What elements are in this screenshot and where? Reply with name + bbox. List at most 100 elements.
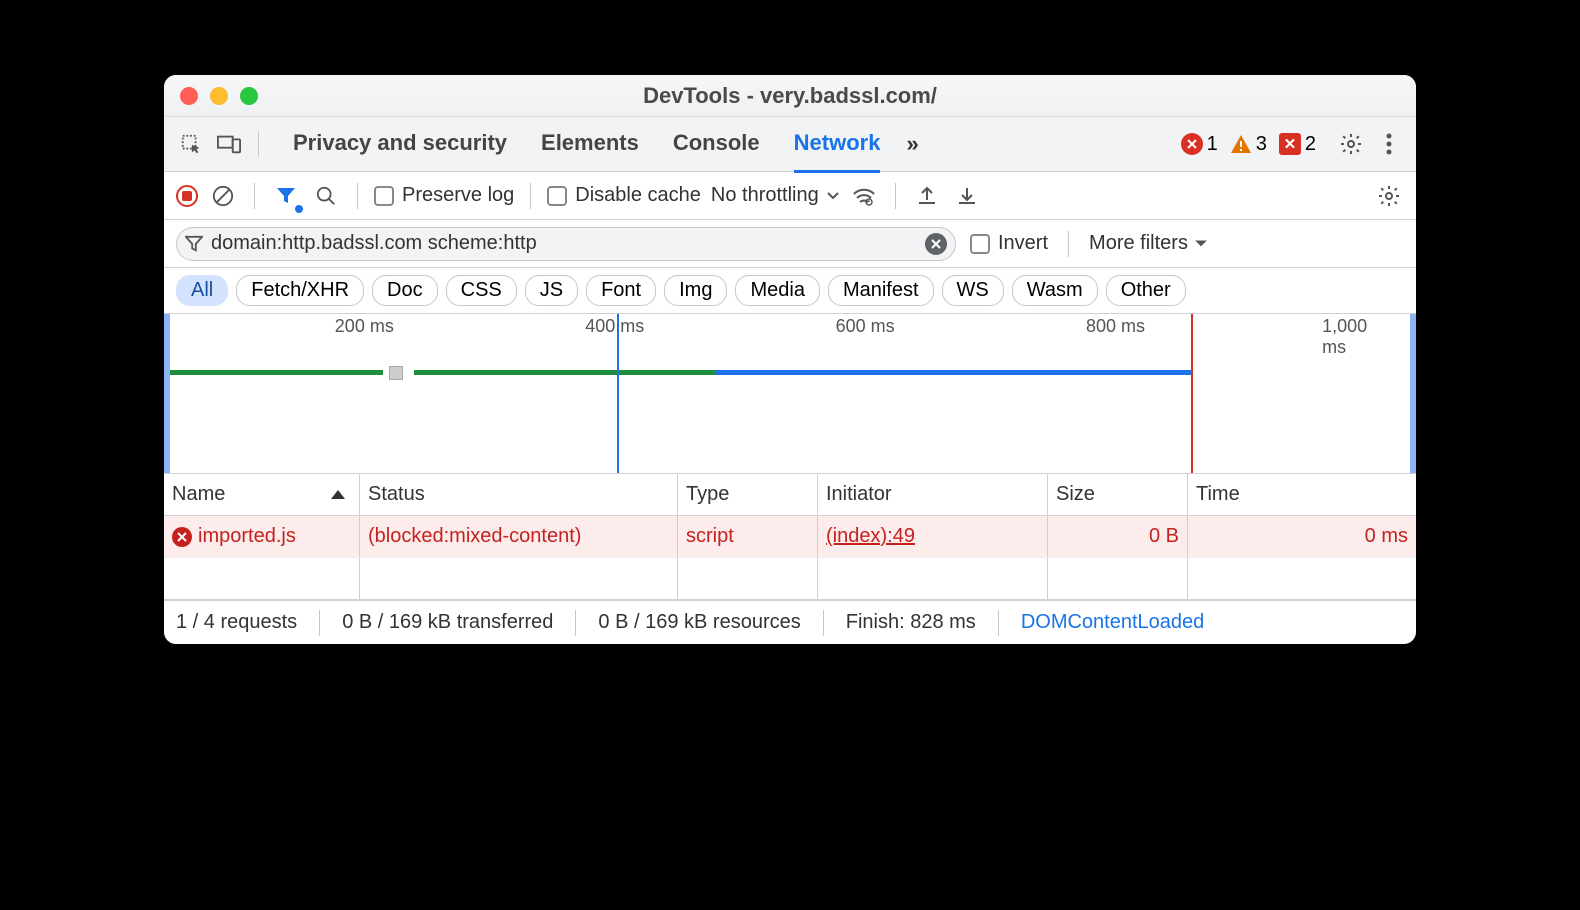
chip-img[interactable]: Img — [664, 275, 727, 306]
invert-checkbox[interactable]: Invert — [970, 232, 1048, 255]
chip-wasm[interactable]: Wasm — [1012, 275, 1098, 306]
more-filters-label: More filters — [1089, 232, 1188, 255]
network-settings-icon[interactable] — [1374, 181, 1404, 211]
download-har-icon[interactable] — [952, 181, 982, 211]
errors-count: 1 — [1207, 133, 1218, 156]
tab-elements[interactable]: Elements — [541, 116, 639, 173]
filter-input-container[interactable] — [176, 227, 956, 261]
cell-size: 0 B — [1048, 516, 1188, 557]
blocked-icon — [172, 527, 192, 547]
status-bar: 1 / 4 requests 0 B / 169 kB transferred … — [164, 600, 1416, 644]
column-header-type[interactable]: Type — [678, 474, 818, 515]
issues-indicator[interactable]: ✕ 2 — [1279, 133, 1316, 156]
column-header-name[interactable]: Name — [164, 474, 360, 515]
devtools-window: DevTools - very.badssl.com/ Privacy and … — [164, 75, 1416, 644]
close-window-button[interactable] — [180, 87, 198, 105]
search-icon[interactable] — [311, 181, 341, 211]
chip-other[interactable]: Other — [1106, 275, 1186, 306]
filter-input[interactable] — [211, 232, 917, 255]
warning-icon — [1230, 134, 1252, 154]
chip-doc[interactable]: Doc — [372, 275, 438, 306]
request-row-blocked[interactable]: imported.js (blocked:mixed-content) scri… — [164, 516, 1416, 558]
throttling-value: No throttling — [711, 184, 819, 207]
minimize-window-button[interactable] — [210, 87, 228, 105]
record-button[interactable] — [176, 185, 198, 207]
chip-media[interactable]: Media — [735, 275, 819, 306]
clear-filter-button[interactable] — [925, 233, 947, 255]
chip-font[interactable]: Font — [586, 275, 656, 306]
invert-label: Invert — [998, 232, 1048, 255]
chip-fetch-xhr[interactable]: Fetch/XHR — [236, 275, 364, 306]
separator — [823, 610, 824, 636]
empty-row — [164, 558, 1416, 600]
sb-dcl[interactable]: DOMContentLoaded — [1021, 611, 1204, 634]
clear-icon[interactable] — [208, 181, 238, 211]
cell-type: script — [678, 516, 818, 557]
initiator-link[interactable]: (index):49 — [826, 525, 915, 548]
filter-funnel-icon — [185, 235, 203, 253]
column-header-status[interactable]: Status — [360, 474, 678, 515]
separator — [895, 183, 896, 209]
sb-transferred: 0 B / 169 kB transferred — [342, 611, 553, 634]
network-conditions-icon[interactable] — [849, 181, 879, 211]
chip-js[interactable]: JS — [525, 275, 578, 306]
timeline-marker — [389, 366, 403, 380]
dcl-line — [617, 314, 619, 473]
panel-tabs: Privacy and security Elements Console Ne… — [293, 116, 880, 173]
throttling-dropdown[interactable]: No throttling — [711, 184, 839, 207]
column-header-time[interactable]: Time — [1188, 474, 1416, 515]
timeline-segment — [414, 370, 714, 375]
separator — [254, 183, 255, 209]
filter-icon[interactable] — [271, 181, 301, 211]
separator — [530, 183, 531, 209]
window-controls — [180, 87, 258, 105]
timeline-overview[interactable]: 200 ms 400 ms 600 ms 800 ms 1,000 ms — [164, 314, 1416, 474]
zoom-window-button[interactable] — [240, 87, 258, 105]
column-header-initiator[interactable]: Initiator — [818, 474, 1048, 515]
warnings-count: 3 — [1256, 133, 1267, 156]
tab-privacy-security[interactable]: Privacy and security — [293, 116, 507, 173]
timeline-track — [164, 352, 1416, 362]
error-icon — [1181, 133, 1203, 155]
more-filters-dropdown[interactable]: More filters — [1089, 232, 1208, 255]
timeline-segment — [715, 370, 1191, 375]
chip-ws[interactable]: WS — [942, 275, 1004, 306]
chevron-down-icon — [1194, 239, 1208, 249]
preserve-log-label: Preserve log — [402, 184, 514, 207]
upload-har-icon[interactable] — [912, 181, 942, 211]
more-tabs-button[interactable]: » — [906, 131, 918, 157]
inspect-element-icon[interactable] — [176, 129, 206, 159]
column-header-size[interactable]: Size — [1048, 474, 1188, 515]
network-toolbar: Preserve log Disable cache No throttling — [164, 172, 1416, 220]
console-indicators: 1 3 ✕ 2 — [1181, 133, 1316, 156]
errors-indicator[interactable]: 1 — [1181, 133, 1218, 156]
ruler-tick: 400 ms — [585, 316, 644, 337]
disable-cache-checkbox[interactable]: Disable cache — [547, 184, 701, 207]
request-name: imported.js — [198, 525, 296, 548]
more-menu-icon[interactable] — [1374, 129, 1404, 159]
sort-ascending-icon — [331, 490, 345, 499]
tab-network[interactable]: Network — [794, 116, 881, 173]
chip-manifest[interactable]: Manifest — [828, 275, 934, 306]
cell-time: 0 ms — [1188, 516, 1416, 557]
ruler-tick: 800 ms — [1086, 316, 1145, 337]
disable-cache-label: Disable cache — [575, 184, 701, 207]
cell-initiator: (index):49 — [818, 516, 1048, 557]
sb-requests: 1 / 4 requests — [176, 611, 297, 634]
filter-bar: Invert More filters — [164, 220, 1416, 268]
chip-css[interactable]: CSS — [446, 275, 517, 306]
resource-type-filter: All Fetch/XHR Doc CSS JS Font Img Media … — [164, 268, 1416, 314]
sb-resources: 0 B / 169 kB resources — [598, 611, 800, 634]
warnings-indicator[interactable]: 3 — [1230, 133, 1267, 156]
ruler-tick: 600 ms — [836, 316, 895, 337]
checkbox-icon — [970, 234, 990, 254]
settings-icon[interactable] — [1336, 129, 1366, 159]
chip-all[interactable]: All — [176, 275, 228, 306]
separator — [258, 131, 259, 157]
cell-status: (blocked:mixed-content) — [360, 516, 678, 557]
separator — [998, 610, 999, 636]
tab-console[interactable]: Console — [673, 116, 760, 173]
timeline-segment — [170, 370, 383, 375]
device-toolbar-icon[interactable] — [214, 129, 244, 159]
preserve-log-checkbox[interactable]: Preserve log — [374, 184, 514, 207]
